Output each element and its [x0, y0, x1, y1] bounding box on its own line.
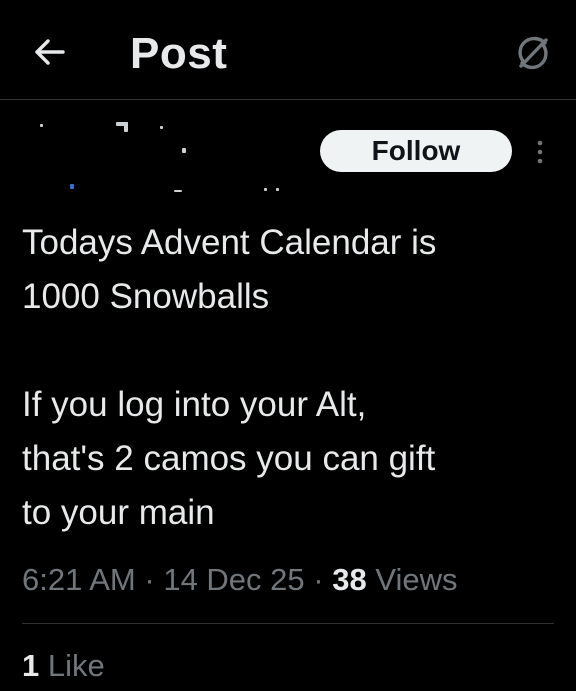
more-button[interactable]	[528, 136, 552, 168]
redaction-mark	[264, 188, 267, 191]
redaction-mark	[182, 148, 186, 153]
redaction-mark	[124, 122, 128, 132]
redaction-mark	[40, 124, 43, 127]
likes-link[interactable]: 1 Like	[22, 646, 105, 686]
avatar[interactable]	[24, 122, 94, 192]
redaction-mark	[174, 190, 182, 192]
redaction-mark	[160, 126, 163, 129]
author-row: Follow	[0, 100, 576, 200]
redaction-mark	[276, 188, 279, 191]
arrow-left-icon	[35, 39, 65, 65]
post-time[interactable]: 6:21 AM	[22, 562, 136, 597]
follow-button[interactable]: Follow	[320, 130, 512, 172]
post-date[interactable]: 14 Dec 25	[163, 562, 304, 597]
views-count: 38	[332, 562, 367, 597]
post-meta: 6:21 AM · 14 Dec 25 · 38 Views	[22, 560, 457, 600]
likes-label: Like	[47, 648, 105, 683]
page-title: Post	[130, 29, 228, 78]
post-header: Post	[0, 0, 576, 100]
back-button[interactable]	[26, 32, 72, 72]
more-vertical-icon	[537, 140, 543, 164]
grok-icon	[518, 36, 548, 70]
meta-separator: ·	[313, 562, 324, 597]
grok-button[interactable]	[510, 30, 556, 76]
divider	[22, 623, 554, 624]
post-text: Todays Advent Calendar is 1000 Snowballs…	[22, 223, 437, 532]
meta-separator: ·	[144, 562, 155, 597]
likes-count: 1	[22, 648, 40, 683]
views-label: Views	[375, 562, 458, 597]
redaction-mark	[70, 184, 74, 189]
